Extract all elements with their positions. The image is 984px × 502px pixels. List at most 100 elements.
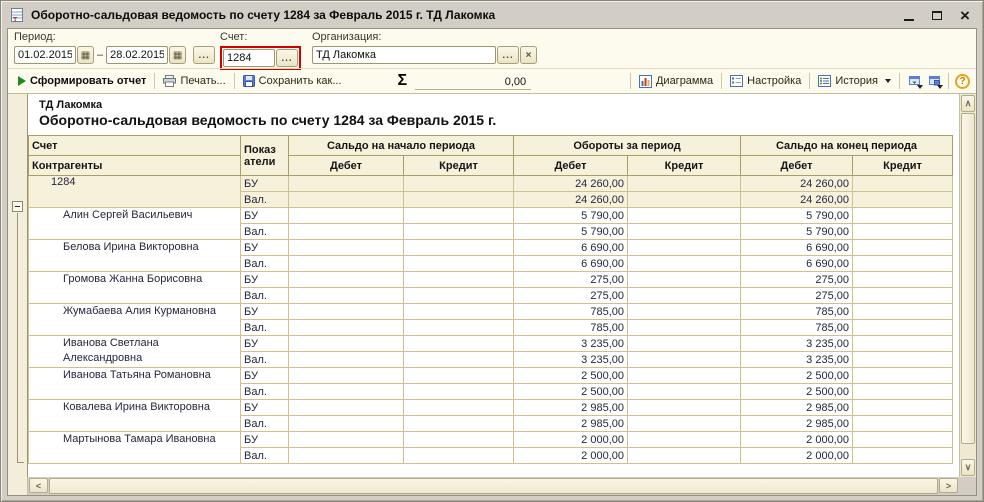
value-cell[interactable] <box>289 272 404 288</box>
value-cell[interactable]: 5 790,00 <box>514 208 628 224</box>
chart-button[interactable]: Диаграмма <box>635 73 717 90</box>
value-cell[interactable]: 2 000,00 <box>514 432 628 448</box>
contractor-cell[interactable]: Жумабаева Алия Курмановна <box>29 304 241 336</box>
value-cell[interactable]: 5 790,00 <box>741 224 853 240</box>
value-cell[interactable] <box>853 224 953 240</box>
value-cell[interactable] <box>404 256 514 272</box>
value-cell[interactable]: 5 790,00 <box>741 208 853 224</box>
indicator-cell[interactable]: БУ <box>241 240 289 256</box>
value-cell[interactable] <box>289 304 404 320</box>
value-cell[interactable]: 2 000,00 <box>741 432 853 448</box>
value-cell[interactable] <box>289 432 404 448</box>
indicator-cell[interactable]: Вал. <box>241 256 289 272</box>
value-cell[interactable]: 2 985,00 <box>514 416 628 432</box>
value-cell[interactable] <box>404 176 514 192</box>
value-cell[interactable] <box>853 192 953 208</box>
value-cell[interactable] <box>404 416 514 432</box>
value-cell[interactable] <box>404 272 514 288</box>
value-cell[interactable]: 785,00 <box>514 304 628 320</box>
value-cell[interactable]: 275,00 <box>514 272 628 288</box>
value-cell[interactable] <box>628 400 741 416</box>
value-cell[interactable]: 6 690,00 <box>514 240 628 256</box>
value-cell[interactable] <box>853 432 953 448</box>
organization-select-button[interactable]: ... <box>497 46 519 64</box>
value-cell[interactable] <box>628 192 741 208</box>
value-cell[interactable]: 5 790,00 <box>514 224 628 240</box>
value-cell[interactable] <box>628 208 741 224</box>
history-button[interactable]: История <box>814 73 895 89</box>
horizontal-scrollbar[interactable]: < > <box>8 477 976 495</box>
value-cell[interactable] <box>289 368 404 384</box>
scroll-down-icon[interactable]: ∨ <box>961 459 975 476</box>
value-cell[interactable]: 2 985,00 <box>741 416 853 432</box>
value-cell[interactable] <box>628 432 741 448</box>
vertical-scroll-thumb[interactable] <box>961 113 975 444</box>
contractor-cell[interactable]: Громова Жанна Борисовна <box>29 272 241 304</box>
contractor-cell[interactable]: Белова Ирина Викторовна <box>29 240 241 272</box>
value-cell[interactable]: 2 500,00 <box>514 368 628 384</box>
value-cell[interactable] <box>628 272 741 288</box>
indicator-cell[interactable]: Вал. <box>241 192 289 208</box>
calendar-icon[interactable]: ▦ <box>169 46 186 64</box>
value-cell[interactable] <box>853 176 953 192</box>
vertical-scrollbar[interactable]: ∧ ∨ <box>959 94 976 477</box>
sigma-icon[interactable]: Σ <box>398 72 408 90</box>
value-cell[interactable] <box>289 192 404 208</box>
value-cell[interactable] <box>404 400 514 416</box>
value-cell[interactable] <box>853 288 953 304</box>
value-cell[interactable]: 3 235,00 <box>514 352 628 368</box>
value-cell[interactable]: 2 985,00 <box>741 400 853 416</box>
value-cell[interactable] <box>853 400 953 416</box>
indicator-cell[interactable]: БУ <box>241 400 289 416</box>
calendar-icon[interactable]: ▦ <box>77 46 94 64</box>
value-cell[interactable] <box>853 336 953 352</box>
period-to-input[interactable] <box>106 46 168 64</box>
value-cell[interactable] <box>853 368 953 384</box>
period-more-button[interactable]: ... <box>193 46 215 64</box>
value-cell[interactable]: 2 985,00 <box>514 400 628 416</box>
value-cell[interactable] <box>404 304 514 320</box>
indicator-cell[interactable]: БУ <box>241 304 289 320</box>
value-cell[interactable] <box>628 304 741 320</box>
save-as-button[interactable]: Сохранить как... <box>239 73 346 89</box>
value-cell[interactable] <box>289 352 404 368</box>
indicator-cell[interactable]: Вал. <box>241 448 289 464</box>
indicator-cell[interactable]: БУ <box>241 176 289 192</box>
close-icon[interactable]: × <box>955 5 975 25</box>
value-cell[interactable] <box>853 304 953 320</box>
scroll-left-icon[interactable]: < <box>29 478 48 493</box>
value-cell[interactable]: 3 235,00 <box>741 352 853 368</box>
value-cell[interactable] <box>289 416 404 432</box>
value-cell[interactable]: 3 235,00 <box>514 336 628 352</box>
value-cell[interactable] <box>853 208 953 224</box>
value-cell[interactable] <box>289 208 404 224</box>
contractor-cell[interactable]: Ковалева Ирина Викторовна <box>29 400 241 432</box>
minimize-icon[interactable] <box>899 5 919 25</box>
value-cell[interactable]: 3 235,00 <box>741 336 853 352</box>
value-cell[interactable] <box>404 384 514 400</box>
indicator-cell[interactable]: Вал. <box>241 384 289 400</box>
organization-clear-icon[interactable]: × <box>520 46 537 64</box>
value-cell[interactable]: 24 260,00 <box>514 176 628 192</box>
value-cell[interactable] <box>628 224 741 240</box>
value-cell[interactable]: 2 500,00 <box>741 368 853 384</box>
value-cell[interactable] <box>289 320 404 336</box>
value-cell[interactable]: 2 000,00 <box>514 448 628 464</box>
value-cell[interactable]: 2 000,00 <box>741 448 853 464</box>
value-cell[interactable] <box>853 320 953 336</box>
value-cell[interactable] <box>289 176 404 192</box>
value-cell[interactable] <box>404 352 514 368</box>
indicator-cell[interactable]: БУ <box>241 368 289 384</box>
value-cell[interactable] <box>289 400 404 416</box>
value-cell[interactable]: 24 260,00 <box>741 176 853 192</box>
value-cell[interactable] <box>853 384 953 400</box>
indicator-cell[interactable]: Вал. <box>241 416 289 432</box>
value-cell[interactable] <box>404 432 514 448</box>
indicator-cell[interactable]: Вал. <box>241 320 289 336</box>
indicator-cell[interactable]: БУ <box>241 432 289 448</box>
value-cell[interactable] <box>628 352 741 368</box>
indicator-cell[interactable]: Вал. <box>241 288 289 304</box>
value-cell[interactable] <box>853 352 953 368</box>
value-cell[interactable] <box>628 448 741 464</box>
scroll-right-icon[interactable]: > <box>939 478 958 493</box>
